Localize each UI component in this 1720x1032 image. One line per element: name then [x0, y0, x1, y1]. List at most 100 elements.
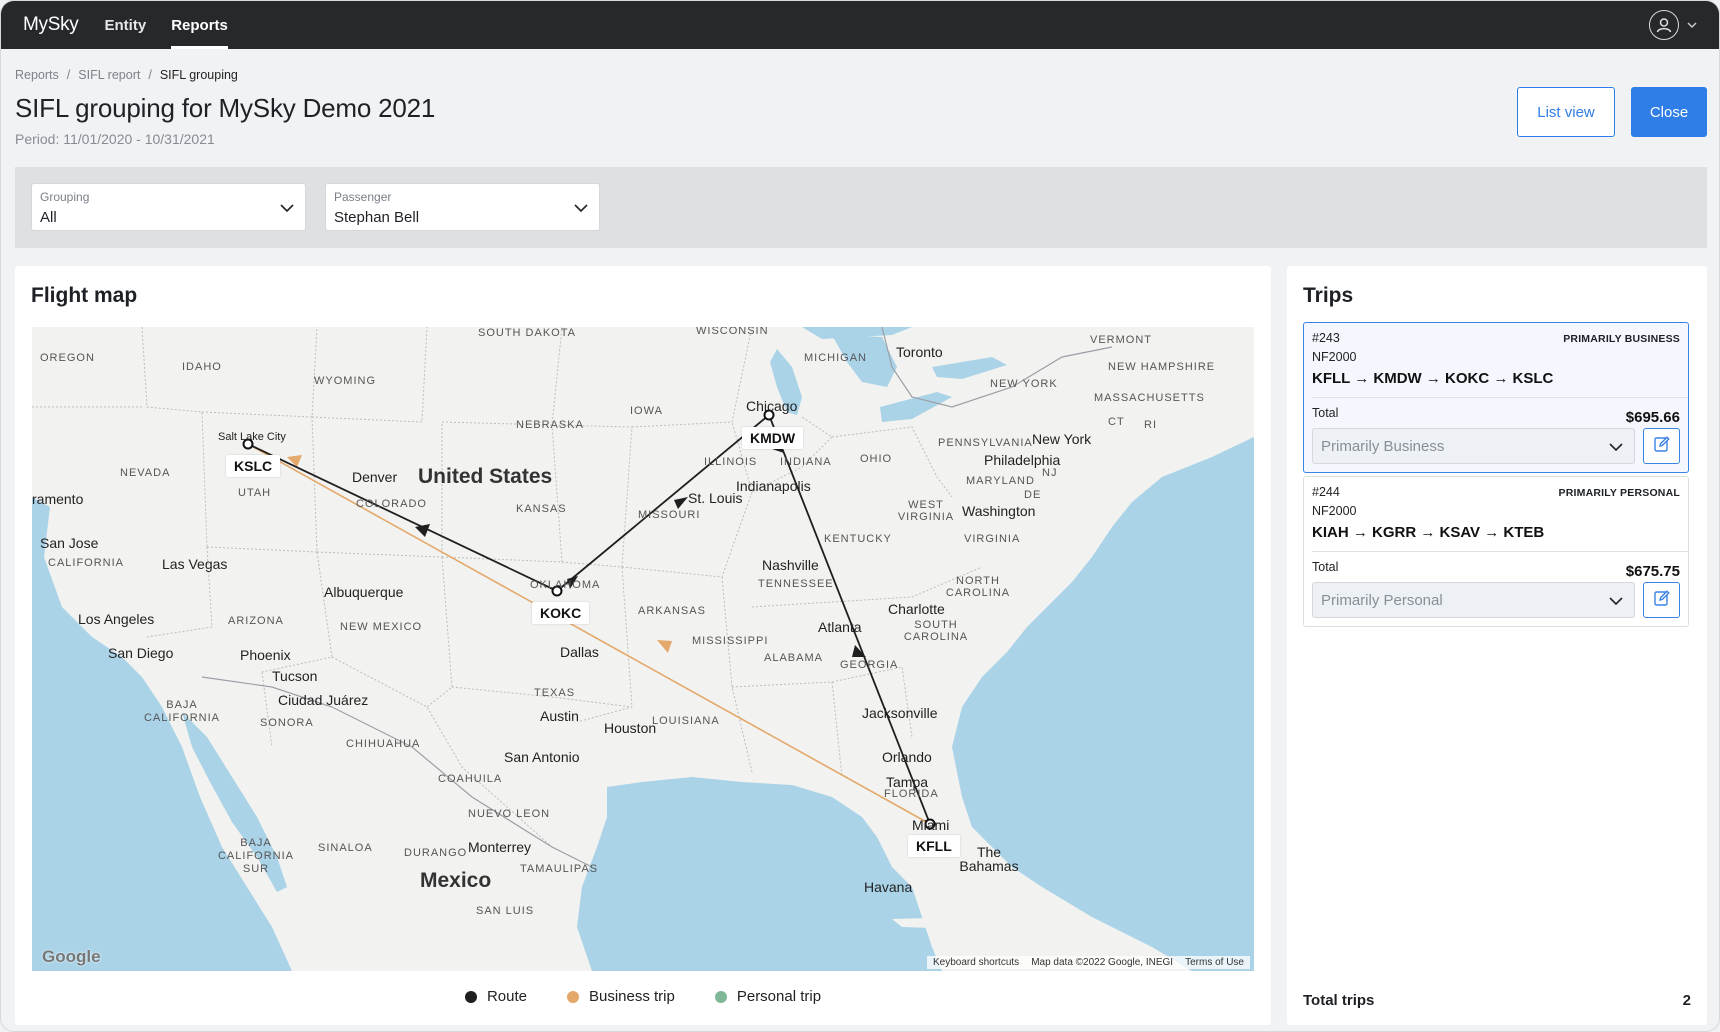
city-label: Chicago	[746, 398, 798, 414]
chevron-down-icon[interactable]	[1685, 18, 1699, 32]
terms-of-use-link[interactable]: Terms of Use	[1185, 957, 1244, 968]
list-view-button[interactable]: List view	[1517, 87, 1615, 137]
region-label: NEW YORK	[990, 378, 1058, 390]
edit-icon	[1653, 435, 1671, 458]
city-label: Ciudad Juárez	[278, 692, 369, 708]
edit-trip-button[interactable]	[1643, 582, 1680, 618]
flight-map-panel: Flight map OREGON IDAHO WYOMING SOUTH DA…	[15, 266, 1271, 1025]
airport-tag-kokc[interactable]: KOKC	[532, 602, 590, 624]
legend-personal-trip: Personal trip	[714, 988, 821, 1005]
user-menu[interactable]	[1649, 10, 1699, 40]
trips-panel: Trips #243 PRIMARILY BUSINESS NF2000 KFL…	[1287, 266, 1707, 1025]
google-logo[interactable]: Google	[42, 947, 101, 967]
region-label: WYOMING	[314, 375, 376, 387]
region-label: NEBRASKA	[516, 419, 584, 431]
total-trips-count: 2	[1682, 992, 1691, 1009]
flight-map[interactable]: OREGON IDAHO WYOMING SOUTH DAKOTA NEBRAS…	[32, 327, 1254, 971]
city-label: Albuquerque	[324, 584, 404, 600]
map-attribution: Keyboard shortcuts Map data ©2022 Google…	[927, 956, 1250, 969]
region-label: WISCONSIN	[696, 327, 769, 337]
region-label: ALABAMA	[764, 652, 823, 664]
city-label: ramento	[32, 491, 84, 507]
trips-title: Trips	[1303, 284, 1354, 307]
period-text: Period: 11/01/2020 - 10/31/2021	[15, 131, 215, 147]
city-label: Tampa	[886, 774, 929, 790]
region-label: MISSISSIPPI	[692, 635, 769, 647]
city-label: Salt Lake City	[218, 431, 286, 443]
region-label: NORTH CAROLINA	[945, 575, 1011, 599]
page-title: SIFL grouping for MySky Demo 2021	[15, 93, 436, 123]
city-label: San Jose	[40, 535, 99, 551]
region-label: CT	[1108, 416, 1125, 428]
region-label: RI	[1144, 419, 1157, 431]
breadcrumb-reports[interactable]: Reports	[15, 68, 59, 82]
region-label: NEW MEXICO	[340, 621, 423, 633]
city-label: Denver	[352, 469, 398, 485]
region-label: UTAH	[238, 487, 272, 499]
breadcrumb-sifl-report[interactable]: SIFL report	[78, 68, 140, 82]
passenger-select[interactable]: Passenger Stephan Bell	[325, 183, 600, 231]
breadcrumb-separator: /	[148, 68, 152, 82]
trip-category-value: Primarily Business	[1321, 437, 1445, 455]
city-label: Austin	[540, 708, 579, 724]
city-label: Indianapolis	[736, 478, 811, 494]
airport-tag-kslc[interactable]: KSLC	[226, 455, 281, 477]
region-label: OHIO	[860, 453, 893, 465]
region-label: IOWA	[630, 405, 663, 417]
flight-map-title: Flight map	[31, 284, 138, 307]
grouping-select[interactable]: Grouping All	[31, 183, 306, 231]
trip-card[interactable]: #244 PRIMARILY PERSONAL NF2000 KIAH → KG…	[1303, 476, 1689, 627]
airport-tag-kfll[interactable]: KFLL	[908, 835, 960, 857]
filter-bar: Grouping All Passenger Stephan Bell	[15, 167, 1707, 248]
nav-entity[interactable]: Entity	[105, 1, 147, 49]
trip-category-select[interactable]: Primarily Business	[1312, 428, 1635, 464]
region-label: NJ	[1042, 467, 1058, 479]
region-label: MARYLAND	[966, 475, 1035, 487]
region-label: BAJA CALIFORNIA	[143, 699, 220, 724]
breadcrumb-separator: /	[66, 68, 71, 82]
legend-dot-business	[566, 990, 579, 1003]
user-circle-icon[interactable]	[1649, 10, 1679, 40]
region-label: MICHIGAN	[804, 352, 867, 364]
region-label: KENTUCKY	[824, 533, 892, 545]
region-label: NEW HAMPSHIRE	[1108, 361, 1216, 373]
edit-icon	[1653, 589, 1671, 612]
breadcrumb: Reports / SIFL report / SIFL grouping	[15, 68, 238, 82]
nav-reports[interactable]: Reports	[171, 1, 228, 49]
grouping-value: All	[40, 209, 57, 226]
region-label: SINALOA	[318, 842, 373, 854]
legend-dot-route	[464, 990, 477, 1003]
city-label: Havana	[864, 879, 913, 895]
trip-route: KFLL → KMDW → KOKC → KSLC	[1312, 370, 1554, 387]
trip-card[interactable]: #243 PRIMARILY BUSINESS NF2000 KFLL → KM…	[1303, 322, 1689, 473]
divider	[1312, 551, 1688, 552]
divider	[1312, 397, 1688, 398]
close-button[interactable]: Close	[1631, 87, 1707, 137]
airport-tag-kmdw[interactable]: KMDW	[742, 427, 804, 449]
edit-trip-button[interactable]	[1643, 428, 1680, 464]
region-label: COLORADO	[356, 498, 427, 510]
city-label: Orlando	[882, 749, 932, 765]
region-label: NEVADA	[120, 467, 171, 479]
region-label: INDIANA	[780, 456, 832, 468]
city-label: Charlotte	[888, 601, 945, 617]
region-label: SOUTH DAKOTA	[478, 327, 576, 339]
keyboard-shortcuts-link[interactable]: Keyboard shortcuts	[933, 957, 1019, 968]
region-label: IDAHO	[182, 361, 222, 373]
trip-category-select[interactable]: Primarily Personal	[1312, 582, 1635, 618]
region-label: ILLINOIS	[704, 456, 758, 468]
city-label: Miami	[912, 817, 950, 833]
region-label: ARKANSAS	[638, 605, 706, 617]
trip-total-value: $695.66	[1625, 409, 1680, 426]
city-label: Houston	[604, 720, 657, 736]
map-legend: Route Business trip Personal trip	[15, 988, 1271, 1005]
app-logo[interactable]: MySky	[23, 14, 79, 36]
city-label: San Antonio	[504, 749, 580, 765]
region-label: SOUTH CAROLINA	[903, 619, 969, 643]
region-label: VIRGINIA	[964, 533, 1021, 545]
grouping-label: Grouping	[40, 190, 90, 204]
legend-route: Route	[464, 988, 527, 1005]
region-label: TAMAULIPAS	[520, 863, 599, 875]
city-label: Monterrey	[468, 839, 532, 855]
city-label: Nashville	[762, 557, 819, 573]
